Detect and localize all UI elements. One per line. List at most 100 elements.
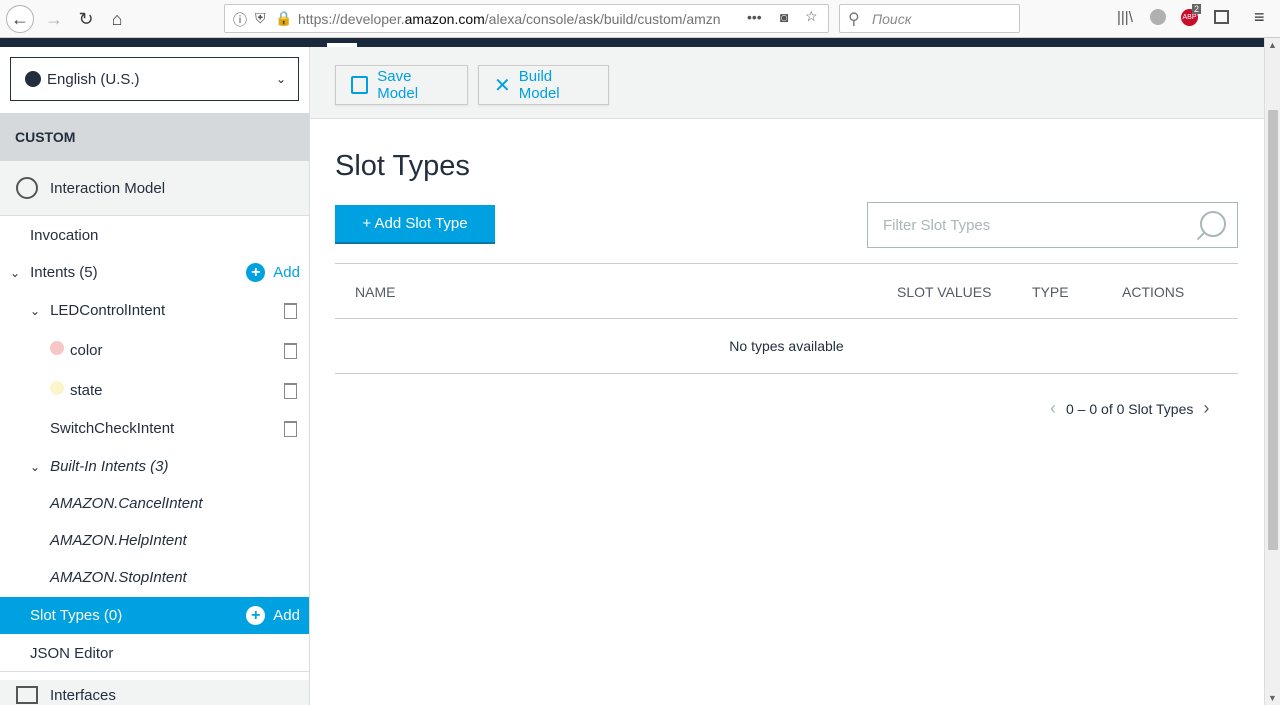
- language-select[interactable]: English (U.S.) ⌄: [10, 57, 299, 101]
- switch-intent-label: SwitchCheckIntent: [50, 420, 175, 437]
- back-arrow-icon[interactable]: ←: [6, 5, 34, 33]
- info-icon[interactable]: ⓘ: [233, 10, 247, 30]
- chevron-down-icon[interactable]: ⌄: [10, 266, 20, 280]
- sidebar: English (U.S.) ⌄ CUSTOM Interaction Mode…: [0, 47, 310, 705]
- chevron-down-icon[interactable]: ⌄: [30, 304, 40, 318]
- add-slot-type-label: Add: [273, 607, 300, 624]
- address-bar[interactable]: ⓘ ⛨ 🔒 https://developer.amazon.com/alexa…: [224, 4, 829, 33]
- save-model-label: Save Model: [377, 68, 419, 102]
- scroll-down-icon[interactable]: ▼: [1268, 693, 1277, 703]
- add-slot-type-button[interactable]: + Add Slot Type: [335, 205, 495, 244]
- search-icon[interactable]: [1200, 211, 1226, 237]
- slot-types-label: Slot Types (0): [30, 607, 123, 624]
- browser-search-box[interactable]: ⚲ Поиск: [839, 4, 1020, 33]
- sidebar-item-ledcontrolintent[interactable]: ⌄ LEDControlIntent: [0, 292, 309, 329]
- filter-slot-types-input[interactable]: [867, 202, 1238, 248]
- trash-icon[interactable]: [284, 342, 297, 359]
- page-title: Slot Types: [335, 150, 470, 182]
- add-intent-label: Add: [273, 264, 300, 281]
- plus-circle-icon: +: [246, 606, 266, 625]
- trash-icon[interactable]: [284, 382, 297, 399]
- globe-icon: [25, 71, 41, 87]
- menu-icon[interactable]: ≡: [1254, 7, 1265, 28]
- sidebar-item-slot-state[interactable]: state: [0, 372, 309, 409]
- browser-search-icon: ⚲: [848, 11, 860, 28]
- chevron-down-icon: ⌄: [275, 72, 286, 86]
- save-model-button[interactable]: Save Model: [335, 65, 468, 105]
- empty-state-row: No types available: [335, 319, 1238, 374]
- sidebar-toggle-icon[interactable]: [1214, 10, 1229, 24]
- plus-circle-icon: +: [246, 263, 266, 282]
- builtin-intent-name: AMAZON.HelpIntent: [50, 532, 187, 549]
- column-header-type[interactable]: TYPE: [1032, 284, 1069, 300]
- chevron-down-icon[interactable]: ⌄: [30, 460, 40, 474]
- chevron-left-icon[interactable]: ‹: [1040, 398, 1066, 419]
- scroll-up-icon[interactable]: ▲: [1268, 40, 1277, 50]
- builtin-intent-name: AMAZON.CancelIntent: [50, 495, 203, 512]
- url-text: https://developer.amazon.com/alexa/conso…: [298, 11, 738, 27]
- addon-badge: 2: [1192, 4, 1202, 14]
- builtin-intent-name: AMAZON.StopIntent: [50, 569, 187, 586]
- sidebar-item-stop-intent[interactable]: AMAZON.StopIntent: [0, 559, 309, 596]
- home-icon[interactable]: ⌂: [103, 5, 131, 33]
- sidebar-item-invocation[interactable]: Invocation: [0, 217, 309, 254]
- builtin-intents-label: Built-In Intents (3): [50, 458, 169, 475]
- empty-message: No types available: [729, 338, 844, 354]
- section-header: CUSTOM: [0, 113, 309, 161]
- sidebar-item-switchcheckintent[interactable]: SwitchCheckIntent: [0, 410, 309, 447]
- invocation-label: Invocation: [30, 227, 99, 244]
- slot-name: state: [70, 382, 103, 399]
- keyboard-icon: [16, 686, 38, 704]
- bookmark-star-icon[interactable]: ☆: [805, 8, 818, 25]
- interfaces-label: Interfaces: [50, 686, 116, 704]
- browser-search-placeholder: Поиск: [872, 11, 912, 27]
- sidebar-item-intents[interactable]: ⌄ Intents (5) + Add: [0, 254, 309, 291]
- url-prefix: https://developer.: [298, 11, 405, 27]
- shield-icon[interactable]: ⛨: [255, 10, 266, 27]
- trash-icon[interactable]: [284, 420, 297, 437]
- model-toolbar: Save Model ✕ Build Model: [310, 47, 1264, 119]
- wrench-icon: ✕: [494, 74, 511, 97]
- url-domain: amazon.com: [404, 11, 485, 27]
- sidebar-item-cancel-intent[interactable]: AMAZON.CancelIntent: [0, 485, 309, 522]
- save-icon: [351, 76, 369, 94]
- globe-addon-icon[interactable]: [1150, 9, 1166, 25]
- build-model-button[interactable]: ✕ Build Model: [478, 65, 609, 105]
- console-header-strip: [0, 38, 1264, 47]
- sidebar-item-slot-color[interactable]: color: [0, 332, 309, 369]
- interaction-model-label: Interaction Model: [50, 179, 166, 197]
- more-icon[interactable]: •••: [747, 9, 762, 25]
- reload-icon[interactable]: ↻: [72, 5, 100, 33]
- pagination-text: 0 – 0 of 0 Slot Types: [1066, 400, 1194, 417]
- column-header-slot-values[interactable]: SLOT VALUES: [897, 284, 991, 300]
- scroll-thumb[interactable]: [1268, 110, 1278, 550]
- browser-toolbar: ← → ↻ ⌂ ⓘ ⛨ 🔒 https://developer.amazon.c…: [0, 0, 1280, 38]
- column-header-name[interactable]: NAME: [355, 284, 395, 300]
- pagination: ‹ 0 – 0 of 0 Slot Types ›: [1040, 398, 1219, 419]
- intent-name: LEDControlIntent: [50, 302, 166, 319]
- forward-arrow-icon[interactable]: →: [40, 5, 68, 33]
- add-intent-button[interactable]: + Add: [246, 263, 300, 282]
- build-model-label: Build Model: [518, 68, 560, 102]
- pocket-icon[interactable]: ◙: [780, 9, 788, 25]
- lock-icon: 🔒: [275, 10, 293, 26]
- sidebar-item-interfaces[interactable]: Interfaces: [0, 680, 309, 705]
- sidebar-item-interaction-model[interactable]: Interaction Model: [0, 161, 309, 216]
- table-header: NAME SLOT VALUES TYPE ACTIONS: [335, 263, 1238, 319]
- trash-icon[interactable]: [284, 302, 297, 319]
- sidebar-item-help-intent[interactable]: AMAZON.HelpIntent: [0, 522, 309, 559]
- sidebar-item-builtin-intents[interactable]: ⌄ Built-In Intents (3): [0, 448, 309, 485]
- page-scrollbar[interactable]: ▲ ▼: [1264, 38, 1280, 705]
- slot-types-table: NAME SLOT VALUES TYPE ACTIONS No types a…: [335, 263, 1238, 374]
- intents-label: Intents (5): [30, 264, 98, 281]
- chevron-right-icon[interactable]: ›: [1193, 398, 1219, 419]
- library-icon[interactable]: |||\: [1117, 9, 1133, 26]
- add-slot-type-link[interactable]: + Add: [246, 606, 300, 625]
- column-header-actions: ACTIONS: [1122, 284, 1185, 300]
- json-editor-label: JSON Editor: [30, 644, 114, 662]
- url-suffix: /alexa/console/ask/build/custom/amzn: [484, 11, 721, 27]
- sidebar-item-json-editor[interactable]: JSON Editor: [0, 635, 309, 672]
- slot-name: color: [70, 342, 103, 359]
- slot-color-dot: [50, 340, 64, 355]
- sidebar-item-slot-types[interactable]: Slot Types (0) + Add: [0, 597, 309, 634]
